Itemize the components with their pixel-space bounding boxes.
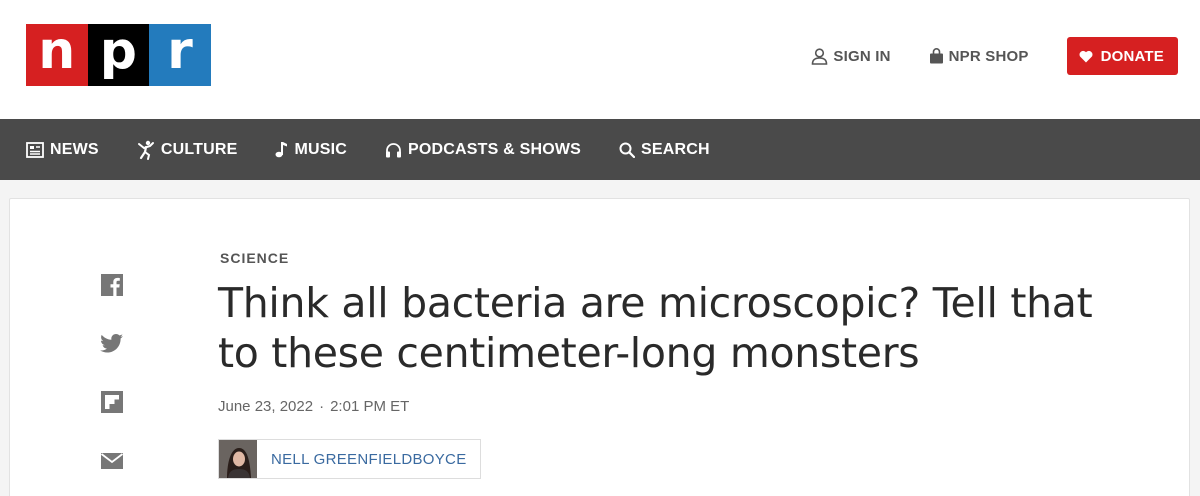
- nav-news[interactable]: NEWS: [26, 141, 99, 159]
- nav-music-label: MUSIC: [294, 140, 348, 158]
- sign-in-label: SIGN IN: [833, 47, 891, 65]
- nav-podcasts-shows[interactable]: PODCASTS & SHOWS: [385, 141, 581, 159]
- npr-shop-link[interactable]: NPR SHOP: [929, 48, 1029, 65]
- article-headline: Think all bacteria are microscopic? Tell…: [218, 279, 1093, 377]
- header-actions: SIGN IN NPR SHOP DONATE: [811, 37, 1178, 75]
- email-icon[interactable]: [100, 449, 124, 473]
- music-note-icon: [275, 142, 288, 158]
- logo-letter-r: r: [149, 24, 211, 86]
- facebook-icon[interactable]: [100, 273, 124, 297]
- publish-time: 2:01 PM ET: [330, 398, 410, 415]
- main-nav: NEWS CULTURE MUSIC PODCASTS & SHOWS SEAR…: [0, 119, 1200, 180]
- dancer-icon: [137, 140, 154, 160]
- shopping-bag-icon: [929, 48, 943, 64]
- nav-culture-label: CULTURE: [160, 140, 238, 158]
- site-header: n p r SIGN IN NPR SHOP DONATE: [0, 0, 1200, 119]
- twitter-icon[interactable]: [100, 331, 124, 355]
- heart-icon: [1079, 50, 1093, 62]
- sign-in-link[interactable]: SIGN IN: [811, 48, 890, 65]
- nav-search[interactable]: SEARCH: [619, 141, 710, 159]
- nav-search-label: SEARCH: [641, 140, 710, 158]
- npr-logo[interactable]: n p r: [26, 24, 211, 86]
- publish-date: June 23, 2022: [218, 398, 314, 415]
- date-separator: ·: [319, 398, 325, 415]
- author-name: NELL GREENFIELDBOYCE: [271, 450, 467, 468]
- search-icon: [619, 142, 636, 158]
- npr-shop-label: NPR SHOP: [948, 47, 1029, 65]
- section-label[interactable]: SCIENCE: [220, 250, 289, 266]
- donate-button[interactable]: DONATE: [1066, 37, 1178, 75]
- newspaper-icon: [26, 141, 44, 158]
- author-byline[interactable]: NELL GREENFIELDBOYCE: [218, 439, 481, 479]
- logo-letter-n: n: [26, 24, 88, 86]
- user-icon: [812, 47, 828, 65]
- author-avatar: [219, 440, 257, 478]
- dateline: June 23, 2022 · 2:01 PM ET: [218, 398, 409, 415]
- nav-podcasts-shows-label: PODCASTS & SHOWS: [408, 140, 582, 158]
- nav-music[interactable]: MUSIC: [275, 141, 347, 159]
- nav-news-label: NEWS: [50, 140, 99, 158]
- logo-letter-p: p: [87, 24, 150, 86]
- flipboard-icon[interactable]: [100, 390, 124, 414]
- headphones-icon: [386, 142, 402, 157]
- nav-culture[interactable]: CULTURE: [137, 140, 238, 160]
- donate-label: DONATE: [1100, 47, 1164, 65]
